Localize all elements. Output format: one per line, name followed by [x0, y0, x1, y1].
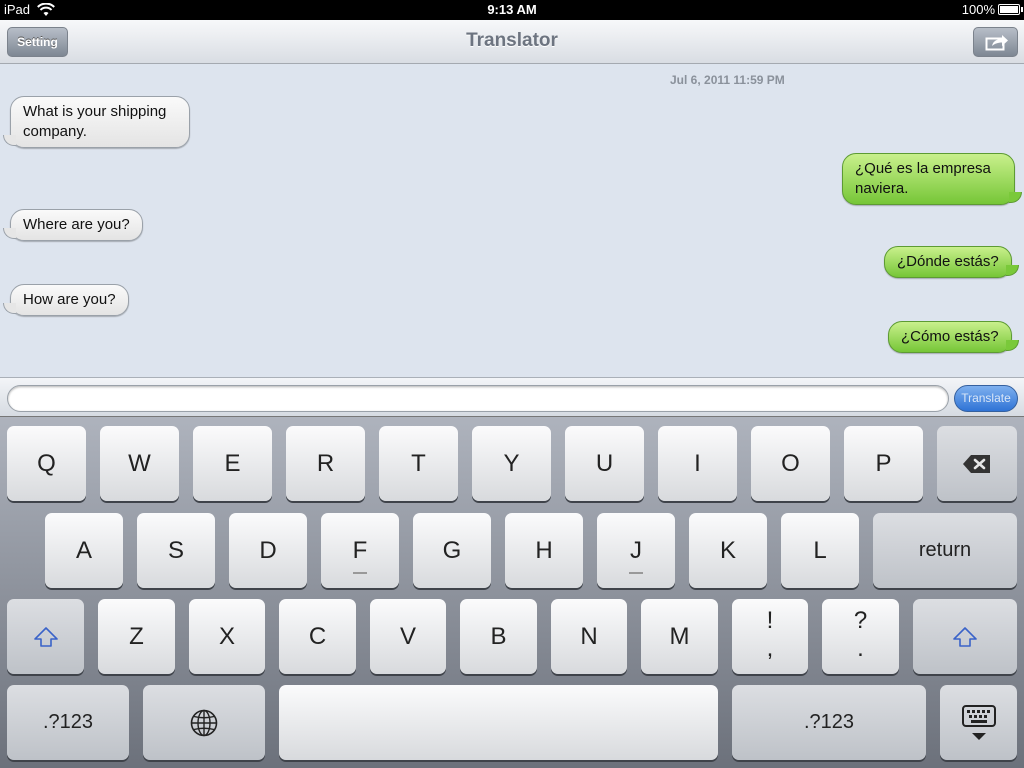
key-s[interactable]: S [137, 513, 215, 588]
return-key[interactable]: return [873, 513, 1017, 588]
key-period-label: . [857, 635, 864, 662]
key-o[interactable]: O [751, 426, 830, 501]
key-u[interactable]: U [565, 426, 644, 501]
shift-icon [953, 626, 977, 647]
backspace-key[interactable] [937, 426, 1017, 501]
numbers-key-left[interactable]: .?123 [7, 685, 129, 760]
input-bar: Translate [0, 377, 1024, 417]
share-button[interactable] [973, 27, 1018, 57]
incoming-message: Where are you? [3, 209, 143, 241]
nav-bar: Setting Translator [0, 20, 1024, 64]
key-exclaim-comma[interactable]: ! , [732, 599, 808, 674]
key-r[interactable]: R [286, 426, 365, 501]
key-h[interactable]: H [505, 513, 583, 588]
key-exclaim-label: ! [766, 607, 774, 634]
incoming-message: How are you? [3, 284, 129, 316]
backspace-icon [963, 454, 990, 473]
key-y[interactable]: Y [472, 426, 551, 501]
keyboard: Q W E R T Y U I O P A S D F G H J K L re… [0, 417, 1024, 768]
message-timestamp: Jul 6, 2011 11:59 PM [670, 73, 785, 87]
key-f[interactable]: F [321, 513, 399, 588]
clock: 9:13 AM [487, 2, 537, 17]
globe-icon [190, 709, 218, 736]
key-q[interactable]: Q [7, 426, 86, 501]
translate-button[interactable]: Translate [954, 385, 1018, 412]
home-row-bump [353, 572, 367, 574]
incoming-message: What is your shipping company. [3, 96, 190, 148]
key-l[interactable]: L [781, 513, 859, 588]
key-m[interactable]: M [641, 599, 718, 674]
share-icon [985, 35, 1008, 51]
outgoing-message: ¿Dónde estás? [884, 246, 1019, 278]
key-f-label: F [352, 537, 368, 564]
key-v[interactable]: V [370, 599, 446, 674]
key-p[interactable]: P [844, 426, 923, 501]
key-question-period[interactable]: ? . [822, 599, 899, 674]
key-t[interactable]: T [379, 426, 458, 501]
key-comma-label: , [766, 635, 774, 662]
key-x[interactable]: X [189, 599, 265, 674]
key-e[interactable]: E [193, 426, 272, 501]
shift-key-left[interactable] [7, 599, 84, 674]
key-a[interactable]: A [45, 513, 123, 588]
hide-keyboard-icon [961, 704, 996, 740]
key-c[interactable]: C [279, 599, 356, 674]
outgoing-message: ¿Qué es la empresa naviera. [842, 153, 1022, 205]
shift-icon [33, 626, 58, 647]
outgoing-message: ¿Cómo estás? [888, 321, 1019, 353]
home-row-bump [629, 572, 643, 574]
shift-key-right[interactable] [913, 599, 1017, 674]
battery-icon [998, 4, 1023, 15]
key-w[interactable]: W [100, 426, 179, 501]
key-z[interactable]: Z [98, 599, 175, 674]
status-bar: iPad 9:13 AM 100% [0, 0, 1024, 20]
globe-key[interactable] [143, 685, 265, 760]
key-n[interactable]: N [551, 599, 627, 674]
key-b[interactable]: B [460, 599, 537, 674]
space-key[interactable] [279, 685, 718, 760]
battery-percent: 100% [961, 2, 995, 17]
numbers-key-right[interactable]: .?123 [732, 685, 926, 760]
key-k[interactable]: K [689, 513, 767, 588]
key-j-label: J [630, 537, 642, 564]
key-question-label: ? [853, 607, 868, 634]
message-input[interactable] [7, 385, 949, 412]
key-g[interactable]: G [413, 513, 491, 588]
key-i[interactable]: I [658, 426, 737, 501]
page-title: Translator [466, 30, 558, 51]
key-d[interactable]: D [229, 513, 307, 588]
conversation-view[interactable]: Jul 6, 2011 11:59 PM What is your shippi… [0, 64, 1024, 377]
hide-keyboard-key[interactable] [940, 685, 1017, 760]
key-j[interactable]: J [597, 513, 675, 588]
